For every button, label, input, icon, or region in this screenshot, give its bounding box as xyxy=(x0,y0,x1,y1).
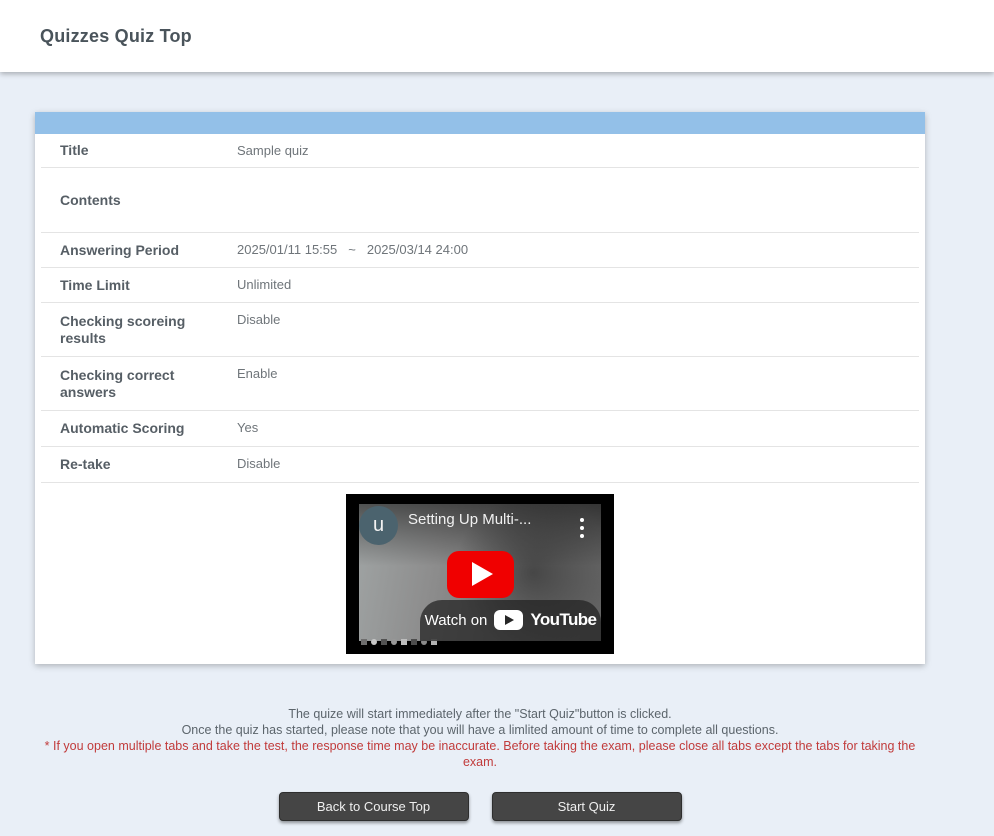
app-header: Quizzes Quiz Top xyxy=(0,0,994,72)
table-row: Re-take Disable xyxy=(41,447,919,483)
row-label-automatic-scoring: Automatic Scoring xyxy=(41,411,237,447)
row-value-title: Sample quiz xyxy=(237,134,919,168)
row-value-contents xyxy=(237,168,919,233)
page-title: Quizzes Quiz Top xyxy=(40,26,192,47)
row-label-retake: Re-take xyxy=(41,447,237,483)
table-row: Automatic Scoring Yes xyxy=(41,411,919,447)
period-separator: ~ xyxy=(348,242,356,257)
notice-warning: * If you open multiple tabs and take the… xyxy=(35,738,925,770)
channel-avatar[interactable]: u xyxy=(359,506,398,545)
quiz-info-table: Title Sample quiz Contents Answering Per… xyxy=(41,134,919,483)
period-start: 2025/01/11 15:55 xyxy=(237,242,337,257)
row-value-retake: Disable xyxy=(237,447,919,483)
row-label-checking-scoring-results: Checking scoreing results xyxy=(41,303,237,357)
row-label-time-limit: Time Limit xyxy=(41,268,237,303)
button-row: Back to Course Top Start Quiz xyxy=(35,792,925,821)
table-row: Contents xyxy=(41,168,919,233)
row-value-checking-scoring-results: Disable xyxy=(237,303,919,357)
period-end: 2025/03/14 24:00 xyxy=(367,242,468,257)
row-label-answering-period: Answering Period xyxy=(41,233,237,268)
watch-on-youtube-link[interactable]: Watch on YouTube xyxy=(420,600,601,641)
main-content: Title Sample quiz Contents Answering Per… xyxy=(35,112,925,821)
youtube-logo-icon xyxy=(494,610,523,630)
table-row: Title Sample quiz xyxy=(41,134,919,168)
start-quiz-button[interactable]: Start Quiz xyxy=(492,792,682,821)
play-button[interactable] xyxy=(447,551,514,598)
table-row: Time Limit Unlimited xyxy=(41,268,919,303)
kebab-menu-icon[interactable] xyxy=(580,518,584,538)
row-label-checking-correct-answers: Checking correct answers xyxy=(41,357,237,411)
video-row: u Setting Up Multi-... Watch on YouTube xyxy=(35,483,925,664)
row-value-automatic-scoring: Yes xyxy=(237,411,919,447)
play-icon xyxy=(472,562,493,586)
row-value-answering-period: 2025/01/11 15:55 ~2025/03/14 24:00 xyxy=(237,233,919,268)
video-title[interactable]: Setting Up Multi-... xyxy=(408,511,531,528)
row-label-contents: Contents xyxy=(41,168,237,233)
quiz-info-card: Title Sample quiz Contents Answering Per… xyxy=(35,112,925,664)
row-label-title: Title xyxy=(41,134,237,168)
table-row: Checking correct answers Enable xyxy=(41,357,919,411)
watch-on-label: Watch on xyxy=(425,612,488,629)
card-accent-bar xyxy=(35,112,925,134)
table-row: Answering Period 2025/01/11 15:55 ~2025/0… xyxy=(41,233,919,268)
quiz-info-table-wrap: Title Sample quiz Contents Answering Per… xyxy=(35,134,925,483)
row-value-time-limit: Unlimited xyxy=(237,268,919,303)
row-value-checking-correct-answers: Enable xyxy=(237,357,919,411)
notice-line-1: The quize will start immediately after t… xyxy=(35,706,925,722)
table-row: Checking scoreing results Disable xyxy=(41,303,919,357)
quiz-notice: The quize will start immediately after t… xyxy=(35,706,925,770)
youtube-embed-player[interactable]: u Setting Up Multi-... Watch on YouTube xyxy=(346,494,614,654)
back-to-course-top-button[interactable]: Back to Course Top xyxy=(279,792,469,821)
youtube-wordmark: YouTube xyxy=(530,610,596,630)
notice-line-2: Once the quiz has started, please note t… xyxy=(35,722,925,738)
